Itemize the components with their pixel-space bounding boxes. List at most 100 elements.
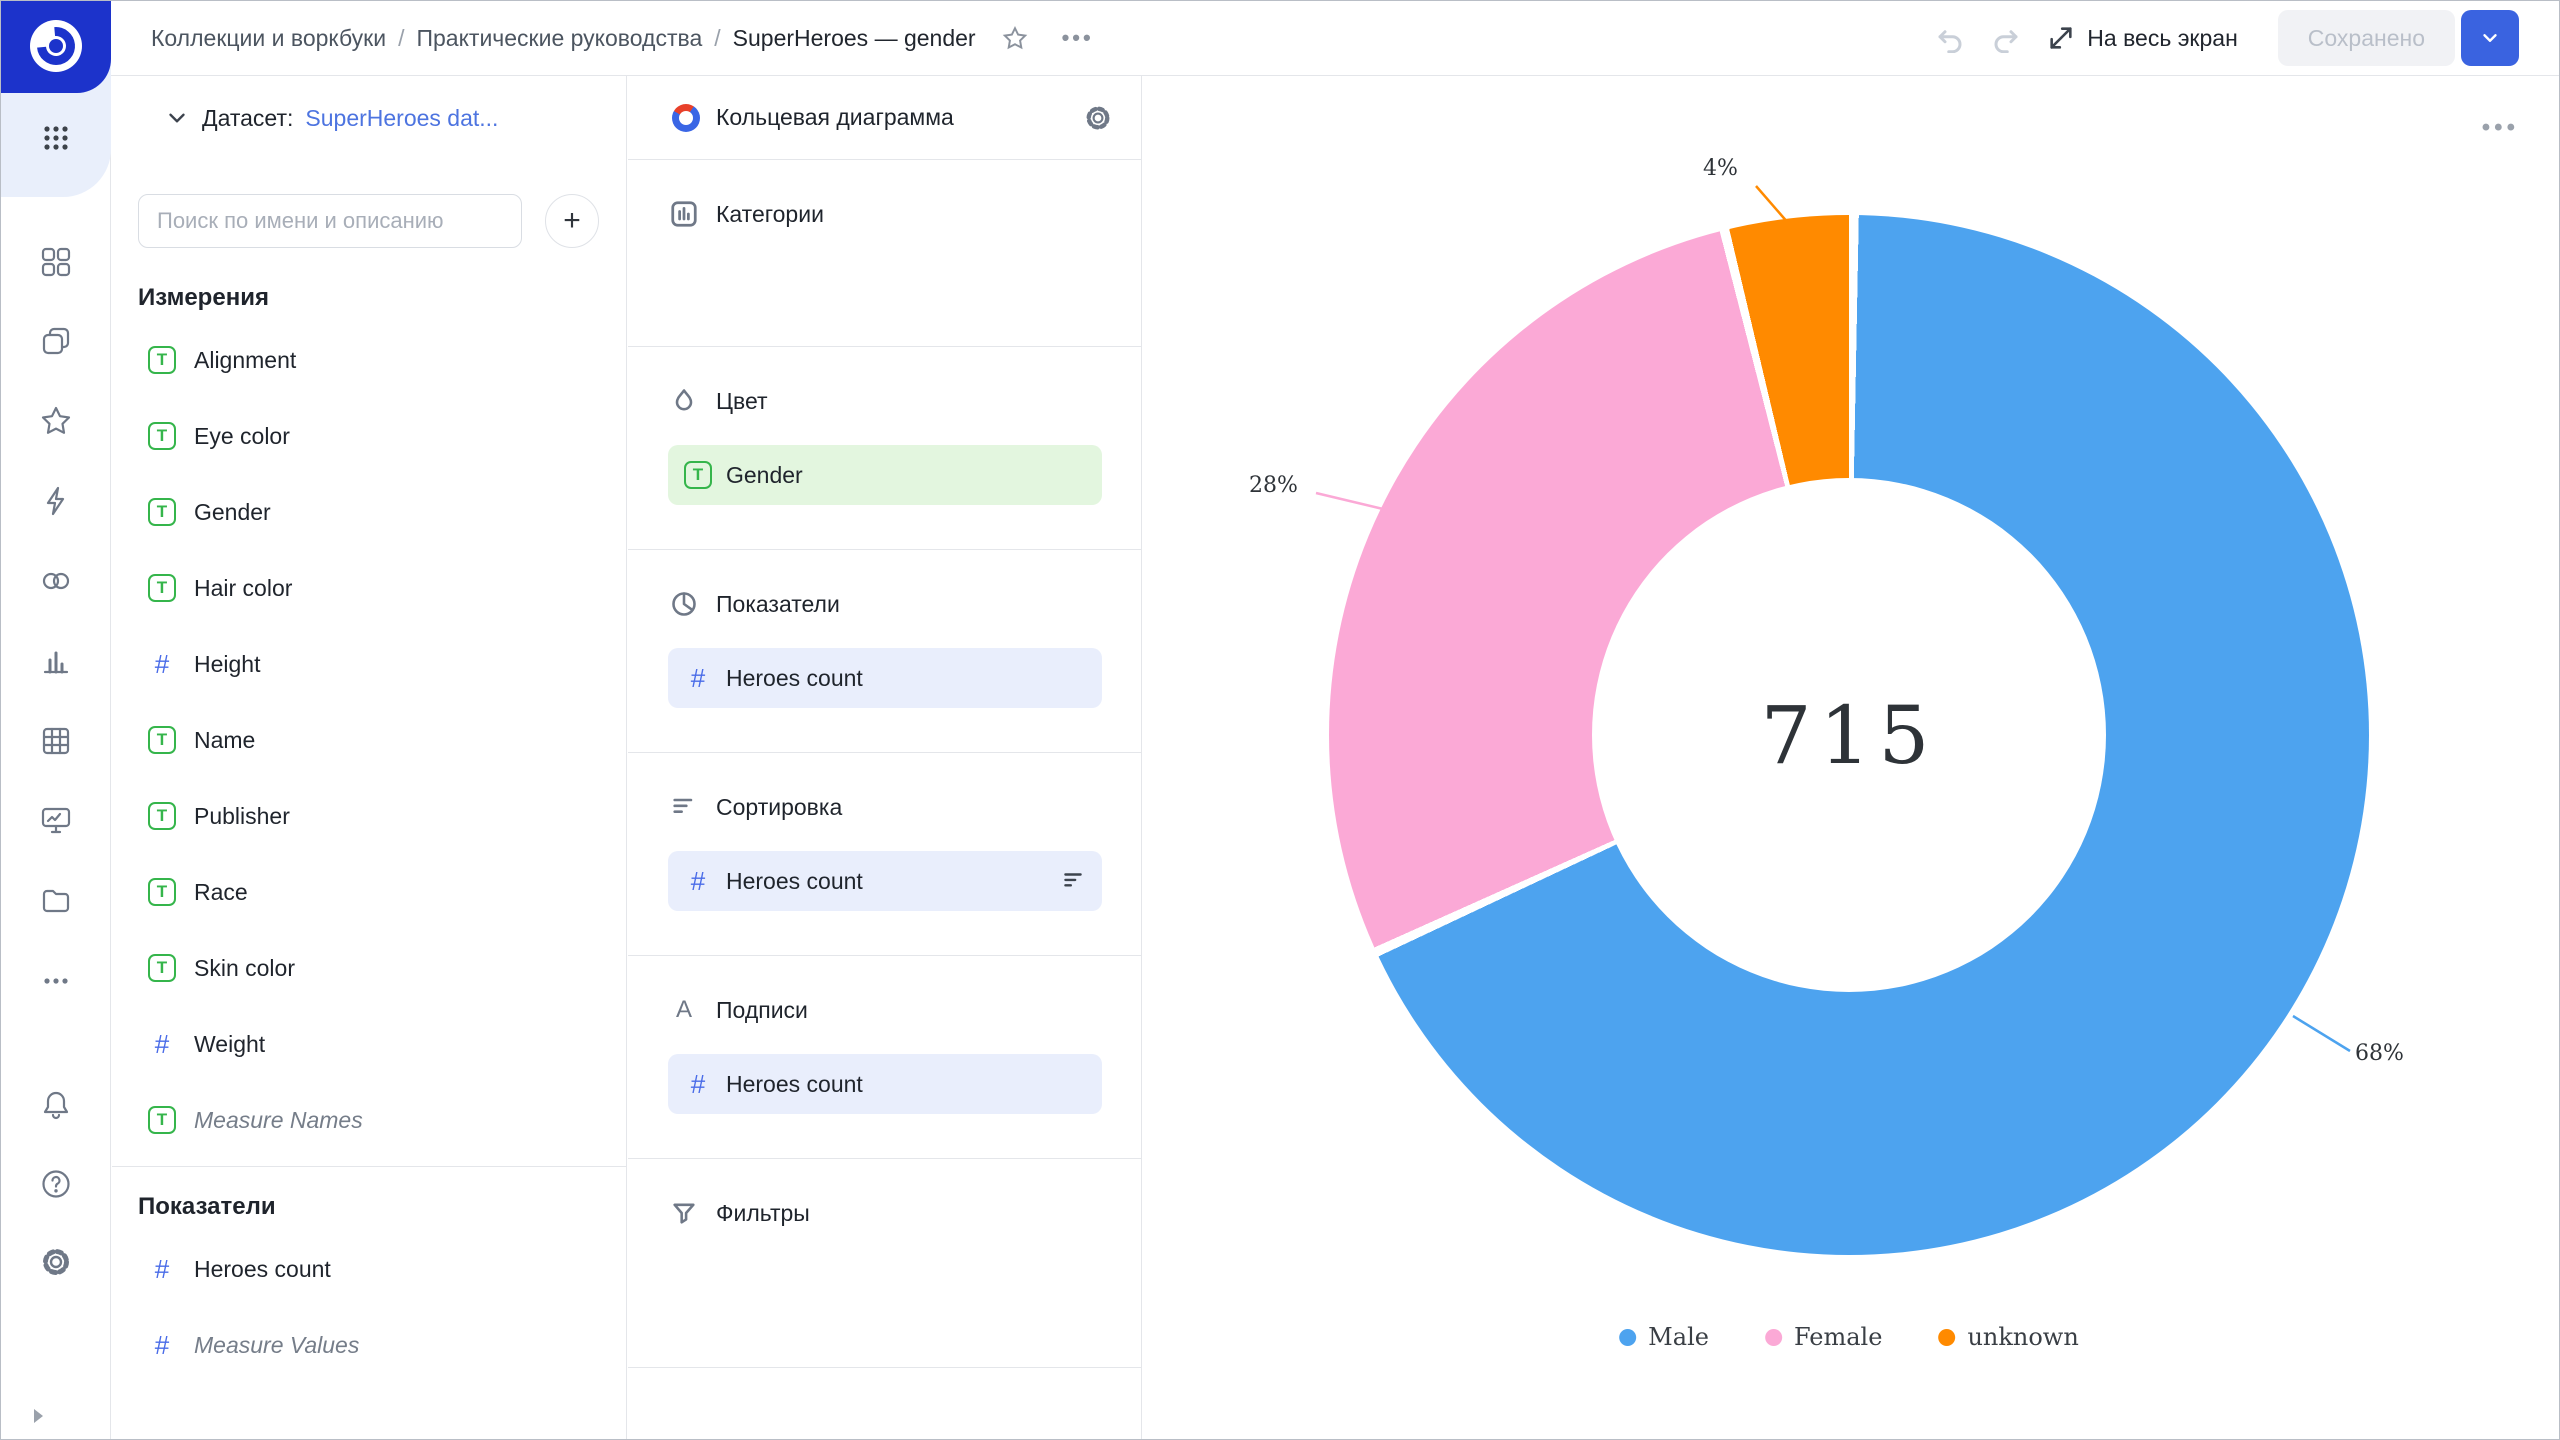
measures-chip-heroes-count[interactable]: # Heroes count <box>668 648 1102 708</box>
number-field-icon: # <box>148 1029 176 1060</box>
services-grid-icon[interactable] <box>1 121 111 155</box>
favorites-icon[interactable] <box>1 404 111 438</box>
collections-icon[interactable] <box>1 324 111 358</box>
field-label: Height <box>194 651 260 678</box>
field-measure-names[interactable]: TMeasure Names <box>112 1082 626 1158</box>
dimensions-heading: Измерения <box>112 284 626 312</box>
labels-chip-heroes-count[interactable]: # Heroes count <box>668 1054 1102 1114</box>
field-label: Gender <box>194 499 271 526</box>
text-field-icon: T <box>148 1106 176 1134</box>
text-field-icon: T <box>148 498 176 526</box>
breadcrumb: Коллекции и воркбуки / Практические руко… <box>151 25 1094 52</box>
field-gender[interactable]: T Gender <box>112 474 626 550</box>
section-sort-header: Сортировка <box>668 779 1141 835</box>
charts-icon[interactable] <box>1 644 111 678</box>
datasets-icon[interactable] <box>1 564 111 598</box>
field-skin-color[interactable]: TSkin color <box>112 930 626 1006</box>
section-labels[interactable]: A Подписи # Heroes count <box>628 956 1141 1159</box>
section-measures-header: Показатели <box>668 576 1141 632</box>
field-alignment[interactable]: TAlignment <box>112 322 626 398</box>
workbooks-icon[interactable] <box>1 245 111 279</box>
sort-order-icon[interactable] <box>1060 868 1086 894</box>
field-label: Eye color <box>194 423 290 450</box>
left-rail <box>1 1 111 1440</box>
saved-button[interactable]: Сохранено <box>2278 10 2455 66</box>
chevron-down-icon <box>2479 27 2501 49</box>
fields-search-row: + <box>112 194 626 248</box>
add-field-button[interactable]: + <box>545 194 599 248</box>
files-icon[interactable] <box>1 883 111 917</box>
field-measure-values[interactable]: #Measure Values <box>112 1307 626 1383</box>
save-menu-button[interactable] <box>2461 10 2519 66</box>
field-publisher[interactable]: TPublisher <box>112 778 626 854</box>
breadcrumb-guides[interactable]: Практические руководства <box>416 25 702 52</box>
field-label: Name <box>194 727 255 754</box>
field-eye-color[interactable]: TEye color <box>112 398 626 474</box>
legend-dot-male <box>1619 1329 1636 1346</box>
section-filters[interactable]: Фильтры <box>628 1159 1141 1368</box>
section-color-header: Цвет <box>668 373 1141 429</box>
legend-label: Male <box>1648 1323 1709 1351</box>
legend-item-male[interactable]: Male <box>1619 1323 1709 1351</box>
section-title: Категории <box>716 201 824 228</box>
chart-type-label[interactable]: Кольцевая диаграмма <box>716 104 954 131</box>
chip-label: Gender <box>726 462 803 489</box>
color-chip-gender[interactable]: T Gender <box>668 445 1102 505</box>
legend-label: unknown <box>1967 1323 2078 1351</box>
app-window: Коллекции и воркбуки / Практические руко… <box>0 0 2560 1440</box>
field-label: Heroes count <box>194 1256 331 1283</box>
chip-label: Heroes count <box>726 1071 863 1098</box>
chart-more-menu-icon[interactable]: ••• <box>2482 114 2519 142</box>
section-sort[interactable]: Сортировка # Heroes count <box>628 753 1141 956</box>
more-icon[interactable] <box>1 964 111 998</box>
chevron-down-icon[interactable] <box>164 105 190 131</box>
chart-config-panel: Кольцевая диаграмма Категории Цвет T <box>628 76 1142 1439</box>
breadcrumb-collections[interactable]: Коллекции и воркбуки <box>151 25 386 52</box>
fullscreen-button[interactable]: На весь экран <box>2047 24 2238 52</box>
text-field-icon: T <box>148 346 176 374</box>
fields-search-input[interactable] <box>138 194 522 248</box>
section-categories[interactable]: Категории <box>628 160 1141 347</box>
connections-icon[interactable] <box>1 484 111 518</box>
slice-label-female: 28% <box>1249 473 1298 498</box>
chart-preview-pane: ••• 715 4% 28% 68% Male Female <box>1143 76 2559 1439</box>
help-icon[interactable] <box>1 1167 111 1201</box>
datalens-logo-icon[interactable] <box>30 20 82 72</box>
number-field-icon: # <box>684 1069 712 1100</box>
color-drop-icon <box>668 385 700 417</box>
donut-hole: 715 <box>1592 478 2106 992</box>
field-race[interactable]: TRace <box>112 854 626 930</box>
text-field-icon: T <box>148 802 176 830</box>
field-label: Weight <box>194 1031 265 1058</box>
dimensions-list: TAlignment TEye color TGender THair colo… <box>112 322 626 1158</box>
legend-item-female[interactable]: Female <box>1765 1323 1883 1351</box>
notifications-icon[interactable] <box>1 1088 111 1122</box>
measures-heading: Показатели <box>112 1193 626 1221</box>
breadcrumb-current-chart[interactable]: SuperHeroes — gender <box>733 25 976 52</box>
section-measures[interactable]: Показатели # Heroes count <box>628 550 1141 753</box>
field-hair-color[interactable]: THair color <box>112 550 626 626</box>
tables-icon[interactable] <box>1 724 111 758</box>
text-field-icon: T <box>148 574 176 602</box>
text-field-icon: T <box>148 954 176 982</box>
donut-chart[interactable]: 715 <box>1329 215 2369 1255</box>
undo-icon[interactable] <box>1935 23 1965 53</box>
dataset-name-link[interactable]: SuperHeroes dat... <box>305 105 498 132</box>
settings-icon[interactable] <box>1 1245 111 1279</box>
collapse-sidebar-icon[interactable] <box>1 1399 61 1433</box>
redo-icon[interactable] <box>1991 23 2021 53</box>
section-color[interactable]: Цвет T Gender <box>628 347 1141 550</box>
measures-list: #Heroes count #Measure Values <box>112 1231 626 1383</box>
field-heroes-count[interactable]: #Heroes count <box>112 1231 626 1307</box>
favorite-star-icon[interactable] <box>1002 25 1028 51</box>
legend-item-unknown[interactable]: unknown <box>1938 1323 2078 1351</box>
field-weight[interactable]: # Weight <box>112 1006 626 1082</box>
sort-chip-heroes-count[interactable]: # Heroes count <box>668 851 1102 911</box>
dashboards-icon[interactable] <box>1 803 111 837</box>
chart-settings-gear-icon[interactable] <box>1083 103 1113 133</box>
field-name[interactable]: TName <box>112 702 626 778</box>
chart-actions-menu-icon[interactable]: ••• <box>1062 25 1094 51</box>
field-height[interactable]: #Height <box>112 626 626 702</box>
chart-legend: Male Female unknown <box>1619 1323 2079 1351</box>
donut-chart-type-icon[interactable] <box>672 104 700 132</box>
